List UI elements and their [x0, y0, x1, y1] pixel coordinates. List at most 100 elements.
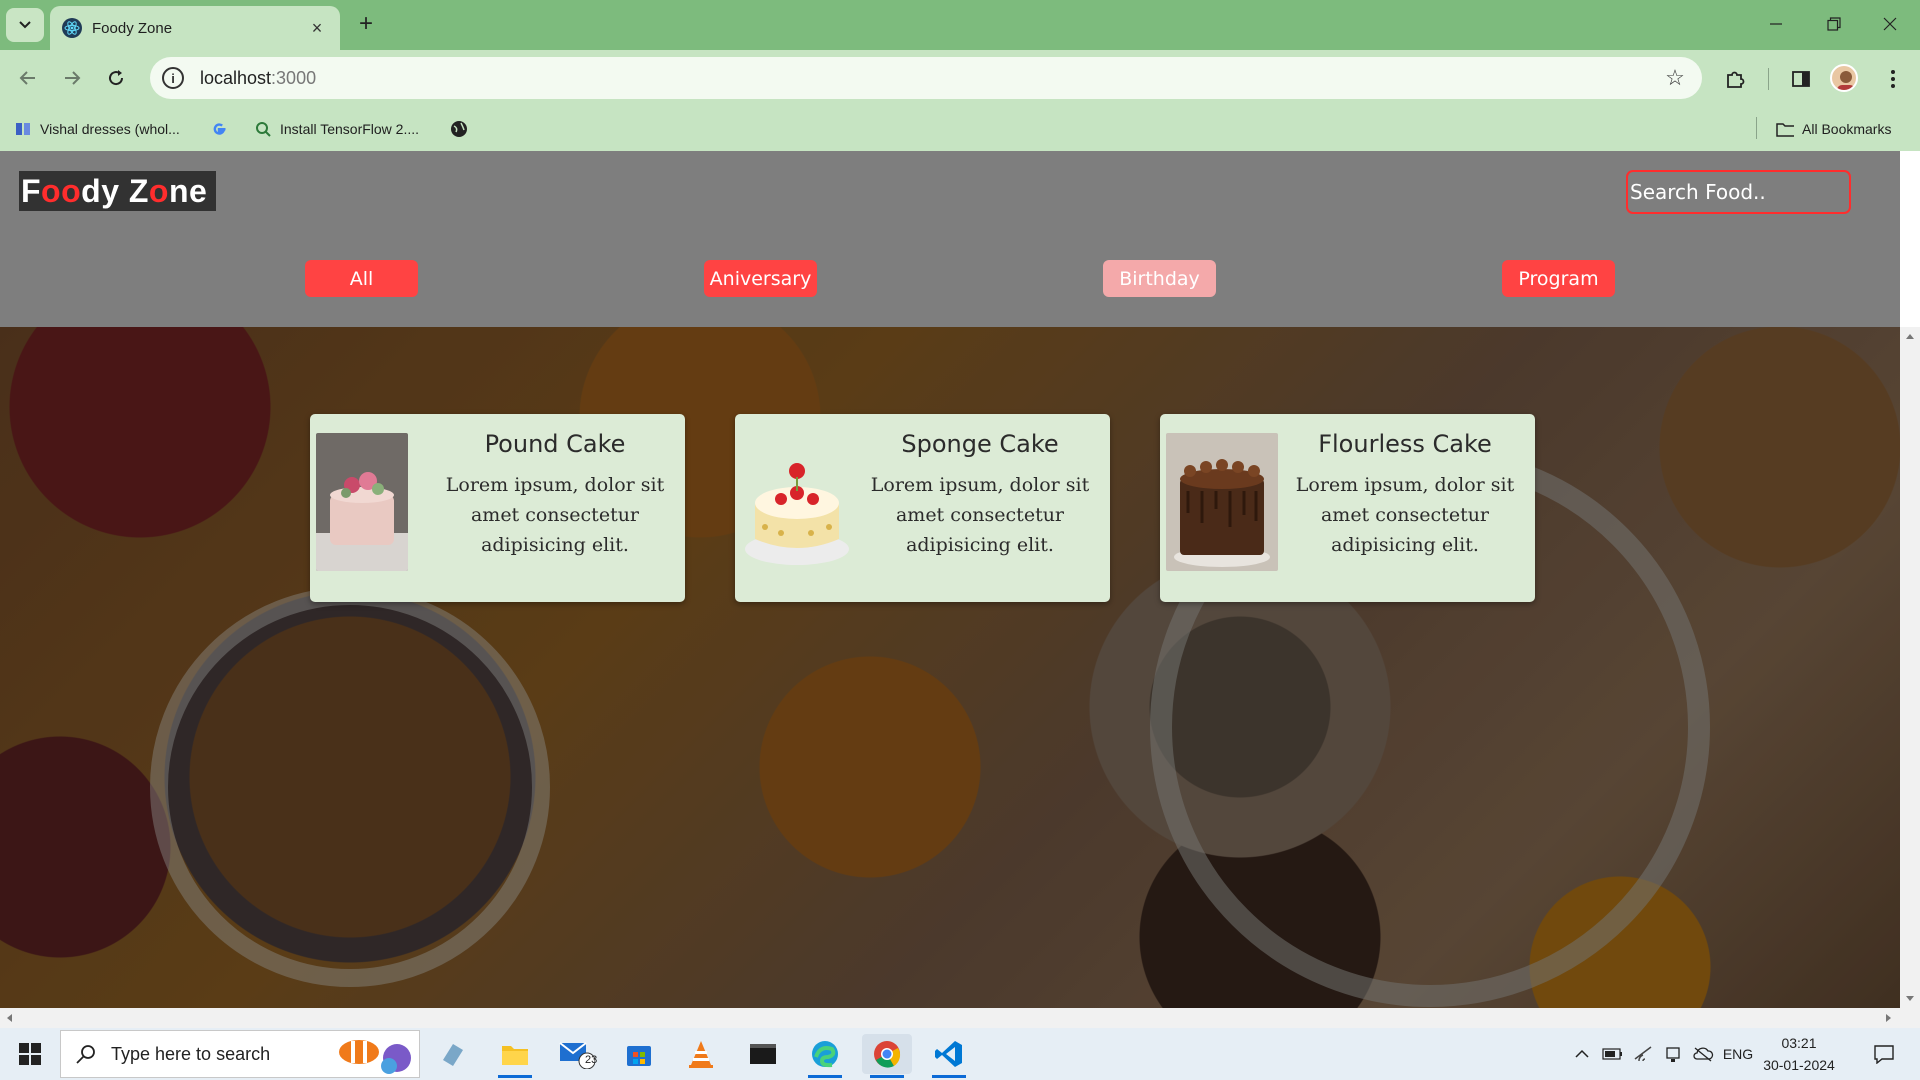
card-title: Pound Cake: [484, 430, 626, 458]
browser-toolbar: i localhost:3000 ☆: [0, 50, 1920, 107]
new-tab-button[interactable]: +: [352, 10, 380, 38]
bookmark-label: Vishal dresses (whol...: [40, 121, 180, 137]
bookmark-item[interactable]: Install TensorFlow 2....: [254, 115, 419, 143]
all-bookmarks-button[interactable]: All Bookmarks: [1776, 115, 1891, 143]
background-cup: [150, 587, 550, 987]
url-host: localhost: [200, 67, 272, 88]
horizontal-scrollbar[interactable]: [0, 1008, 1920, 1028]
battery-button[interactable]: [1600, 1038, 1626, 1070]
start-button[interactable]: [8, 1038, 52, 1070]
onedrive-button[interactable]: [1690, 1038, 1716, 1070]
app-logo: Foody Zone: [19, 171, 216, 211]
scroll-right-icon[interactable]: [1882, 1008, 1896, 1028]
scroll-down-icon[interactable]: [1900, 992, 1920, 1006]
notifications-button[interactable]: [1864, 1038, 1904, 1070]
address-bar[interactable]: i localhost:3000 ☆: [150, 57, 1702, 99]
logo-part: dy Z: [81, 173, 149, 209]
tab-search-button[interactable]: [6, 8, 44, 42]
cloud-off-icon: [1693, 1047, 1714, 1062]
side-panel-button[interactable]: [1784, 62, 1818, 96]
taskbar-app-mail[interactable]: 23: [552, 1034, 602, 1074]
back-button[interactable]: [12, 62, 44, 94]
card-title: Sponge Cake: [901, 430, 1059, 458]
network-button[interactable]: [1630, 1038, 1656, 1070]
react-icon: [62, 18, 82, 38]
bookmark-label: Install TensorFlow 2....: [280, 121, 420, 137]
scroll-left-icon[interactable]: [2, 1008, 16, 1028]
search-highlight-icon: [339, 1040, 411, 1074]
scroll-up-icon[interactable]: [1900, 329, 1920, 343]
folder-icon: [502, 1046, 528, 1065]
windows-taskbar: Type here to search 23 ENG 03:21 30-01-2…: [0, 1028, 1920, 1080]
filter-birthday-button[interactable]: Birthday: [1103, 260, 1216, 297]
taskbar-app-vlc[interactable]: [676, 1034, 726, 1074]
arrow-left-icon: [19, 71, 35, 85]
site-info-icon[interactable]: i: [162, 67, 184, 89]
vertical-scrollbar[interactable]: [1900, 327, 1920, 1008]
all-bookmarks-label: All Bookmarks: [1802, 121, 1892, 137]
card-description: Lorem ipsum, dolor sit amet consectetur …: [445, 474, 665, 556]
bookmark-star-icon[interactable]: ☆: [1660, 65, 1690, 91]
url-text[interactable]: localhost:3000: [200, 68, 1660, 89]
edge-icon: [812, 1041, 838, 1068]
close-window-button[interactable]: [1870, 8, 1910, 40]
taskbar-clock[interactable]: 03:21 30-01-2024: [1756, 1032, 1842, 1076]
forward-button[interactable]: [56, 62, 88, 94]
url-port: :3000: [271, 67, 317, 88]
filter-program-button[interactable]: Program: [1502, 260, 1615, 297]
sponge-cake-image: [741, 433, 853, 571]
browser-titlebar: Foody Zone × +: [0, 0, 1920, 50]
taskbar-app-terminal[interactable]: [738, 1034, 788, 1074]
minimize-button[interactable]: [1756, 8, 1796, 40]
folder-icon: [1776, 120, 1794, 138]
logo-part: ne: [168, 173, 208, 209]
food-search-input[interactable]: [1626, 170, 1851, 214]
chevron-down-icon: [19, 21, 31, 29]
taskbar-app-edge[interactable]: [800, 1034, 850, 1078]
bookmarks-bar: Vishal dresses (whol... Install TensorFl…: [0, 107, 1920, 151]
battery-icon: [1602, 1048, 1622, 1060]
show-hidden-icons-button[interactable]: [1570, 1038, 1594, 1070]
pound-cake-image: [316, 433, 408, 571]
taskbar-app-store[interactable]: [614, 1034, 664, 1074]
extensions-button[interactable]: [1718, 62, 1752, 96]
logo-part: o: [148, 173, 169, 209]
reload-button[interactable]: [100, 62, 132, 94]
terminal-icon: [750, 1044, 776, 1064]
arrow-right-icon: [65, 71, 81, 85]
taskbar-search-box[interactable]: Type here to search: [60, 1030, 420, 1078]
taskbar-search-placeholder: Type here to search: [111, 1043, 271, 1064]
food-card[interactable]: Sponge Cake Lorem ipsum, dolor sit amet …: [735, 414, 1110, 602]
bookmark-item[interactable]: Vishal dresses (whol...: [14, 115, 180, 143]
taskbar-app-widgets[interactable]: [428, 1034, 478, 1074]
side-panel-icon: [1792, 71, 1810, 87]
chevron-up-icon: [1575, 1049, 1589, 1058]
restore-button[interactable]: [1814, 8, 1854, 40]
profile-avatar[interactable]: [1830, 64, 1858, 92]
tab-close-button[interactable]: ×: [306, 18, 328, 39]
food-card[interactable]: Pound Cake Lorem ipsum, dolor sit amet c…: [310, 414, 685, 602]
more-vertical-icon: [1891, 70, 1895, 88]
taskbar-app-chrome[interactable]: [862, 1034, 912, 1078]
browser-menu-button[interactable]: [1876, 62, 1910, 96]
logo-part: oo: [41, 173, 82, 209]
food-card[interactable]: Flourless Cake Lorem ipsum, dolor sit am…: [1160, 414, 1535, 602]
filter-all-button[interactable]: All: [305, 260, 418, 297]
card-title: Flourless Cake: [1318, 430, 1492, 458]
device-button[interactable]: [1660, 1038, 1686, 1070]
language-indicator[interactable]: ENG: [1718, 1038, 1758, 1070]
search-icon: [254, 120, 272, 138]
taskbar-app-file-explorer[interactable]: [490, 1034, 540, 1078]
food-background: Pound Cake Lorem ipsum, dolor sit amet c…: [0, 327, 1900, 1008]
browser-tab[interactable]: Foody Zone ×: [50, 6, 340, 50]
search-icon: [76, 1045, 95, 1064]
toolbar-divider: [1768, 68, 1769, 90]
minimize-icon: [1770, 23, 1782, 25]
card-description: Lorem ipsum, dolor sit amet consectetur …: [870, 474, 1090, 556]
filter-aniversary-button[interactable]: Aniversary: [704, 260, 817, 297]
close-icon: [1883, 17, 1897, 31]
taskbar-app-vscode[interactable]: [924, 1034, 974, 1078]
bookmark-item[interactable]: [210, 115, 236, 143]
windows-logo-icon: [19, 1043, 41, 1065]
bookmark-item[interactable]: [450, 115, 476, 143]
